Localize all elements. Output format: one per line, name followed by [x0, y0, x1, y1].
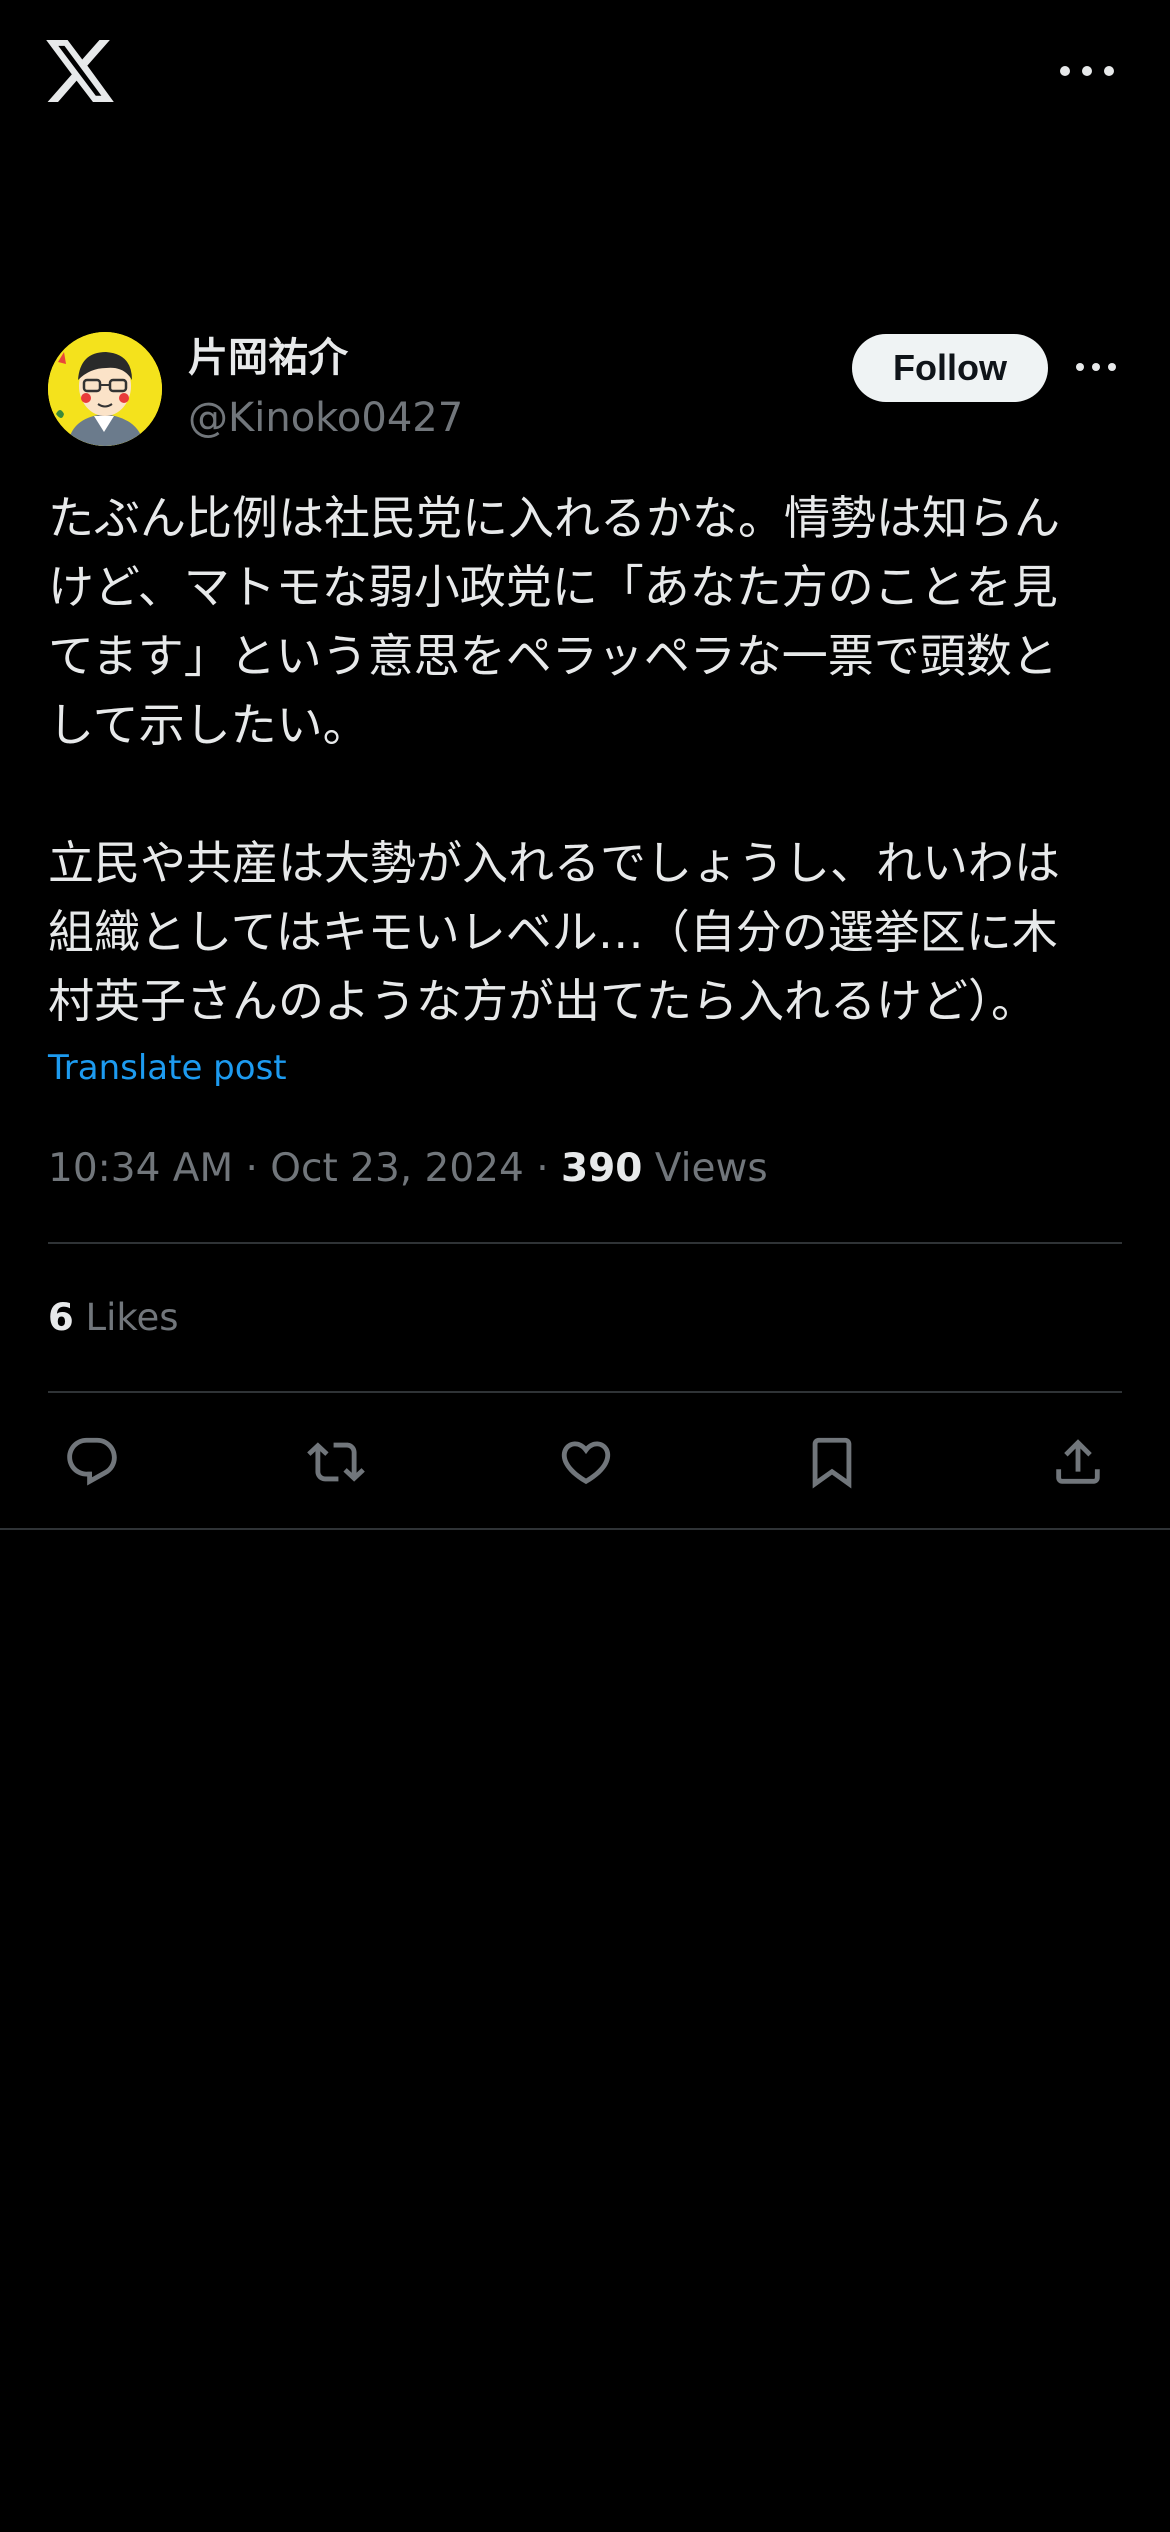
share-icon [1056, 1439, 1100, 1484]
display-name[interactable]: 片岡祐介 [188, 332, 348, 384]
likes-stat[interactable]: 6 Likes [48, 1293, 179, 1343]
post-timestamp[interactable]: 10:34 AM · Oct 23, 2024 · [48, 1146, 561, 1191]
views-label: Views [642, 1146, 768, 1191]
post-text: たぶん比例は社民党に入れるかな。情勢は知らん けど、マトモな弱小政党に「あなた方… [48, 491, 1060, 1028]
divider [48, 1242, 1122, 1244]
avatar[interactable] [48, 332, 162, 446]
more-horizontal-icon[interactable] [1060, 56, 1114, 86]
bookmark-button[interactable] [802, 1432, 862, 1492]
post-author: 片岡祐介 @Kinoko0427 Follow [48, 332, 1122, 450]
x-logo-icon[interactable] [46, 40, 114, 102]
repost-button[interactable] [306, 1432, 366, 1492]
reply-button[interactable] [62, 1432, 122, 1492]
like-button[interactable] [556, 1432, 616, 1492]
likes-label: Likes [73, 1296, 179, 1339]
share-button[interactable] [1048, 1432, 1108, 1492]
avatar-illustration [48, 332, 162, 446]
divider [0, 1528, 1170, 1530]
dot [1092, 363, 1100, 371]
post-more-icon[interactable] [1076, 354, 1116, 380]
divider [48, 1391, 1122, 1393]
follow-button[interactable]: Follow [852, 334, 1048, 402]
top-bar [0, 0, 1170, 150]
dot [1104, 66, 1114, 76]
post-meta: 10:34 AM · Oct 23, 2024 · 390 Views [48, 1144, 768, 1194]
repost-icon [307, 1442, 365, 1482]
user-handle[interactable]: @Kinoko0427 [188, 392, 463, 444]
dot [1060, 66, 1070, 76]
likes-count: 6 [48, 1296, 74, 1339]
reply-icon [67, 1437, 117, 1486]
translate-post-link[interactable]: Translate post [48, 1046, 287, 1090]
bookmark-icon [812, 1437, 852, 1489]
dot [1108, 363, 1116, 371]
dot [1076, 363, 1084, 371]
views-count: 390 [561, 1146, 643, 1191]
dot [1082, 66, 1092, 76]
heart-icon [561, 1441, 611, 1485]
